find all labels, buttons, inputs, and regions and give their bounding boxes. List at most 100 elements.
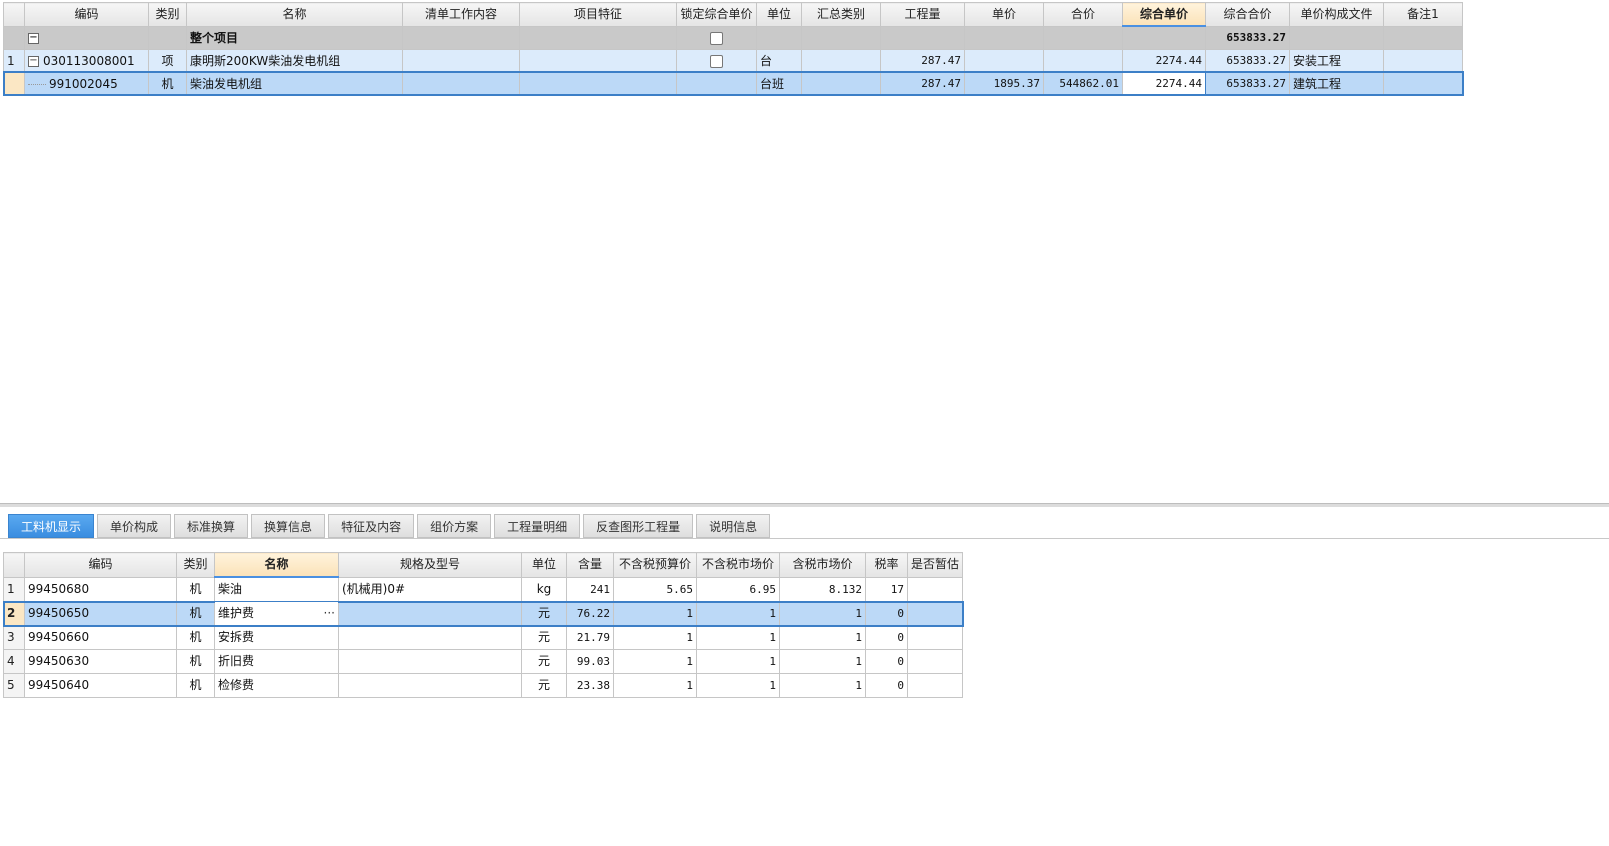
composite-price-cell[interactable] <box>1122 25 1206 50</box>
market-price-tax-cell[interactable]: 1 <box>779 649 866 674</box>
total-price-cell[interactable] <box>1043 25 1123 50</box>
tab-features-content[interactable]: 特征及内容 <box>328 514 415 538</box>
resource-row[interactable]: 5 99450640 机 检修费 元 23.38 1 1 1 0 <box>3 673 964 698</box>
tax-rate-cell[interactable]: 17 <box>865 576 908 602</box>
quantity-cell[interactable]: 287.47 <box>880 71 965 96</box>
content-cell[interactable]: 23.38 <box>566 673 614 698</box>
composite-total-cell[interactable]: 653833.27 <box>1205 48 1290 73</box>
collapse-icon[interactable]: − <box>28 32 39 44</box>
code-cell[interactable]: 99450630 <box>24 649 177 674</box>
header-composite-price[interactable]: 综合单价 <box>1122 2 1206 27</box>
quota-sub-row[interactable]: 991002045 机 柴油发电机组 台班 287.47 1895.37 544… <box>2 71 1464 96</box>
tab-graphic-quantity[interactable]: 反查图形工程量 <box>583 514 694 538</box>
bill-item-row[interactable]: 1 −030113008001 项 康明斯200KW柴油发电机组 台 287.4… <box>3 48 1463 73</box>
budget-price-cell[interactable]: 1 <box>613 649 697 674</box>
code-cell[interactable]: 991002045 <box>24 71 149 96</box>
header-summary-type[interactable]: 汇总类别 <box>801 2 881 27</box>
project-total-row[interactable]: − 整个项目 653833.27 <box>3 25 1463 50</box>
header-remark1[interactable]: 备注1 <box>1383 2 1463 27</box>
features-cell[interactable] <box>519 71 677 96</box>
bill-items-grid[interactable]: 编码 类别 名称 清单工作内容 项目特征 锁定综合单价 单位 汇总类别 工程量 … <box>2 2 1464 96</box>
unit-cell[interactable]: kg <box>521 576 567 602</box>
resource-row[interactable]: 4 99450630 机 折旧费 元 99.03 1 1 1 0 <box>3 649 964 674</box>
spec-cell[interactable] <box>338 673 522 698</box>
features-cell[interactable] <box>519 25 677 50</box>
tax-rate-cell[interactable]: 0 <box>865 649 908 674</box>
collapse-icon[interactable]: − <box>28 55 39 67</box>
work-content-cell[interactable] <box>402 25 520 50</box>
unit-cell[interactable] <box>756 25 802 50</box>
header-code[interactable]: 编码 <box>24 552 177 578</box>
header-estimated[interactable]: 是否暂估 <box>906 552 964 578</box>
tax-rate-cell[interactable]: 0 <box>865 673 908 698</box>
budget-price-cell[interactable]: 1 <box>613 625 697 650</box>
tab-description[interactable]: 说明信息 <box>696 514 771 538</box>
composite-total-cell[interactable]: 653833.27 <box>1205 71 1290 96</box>
header-composite-total[interactable]: 综合合价 <box>1205 2 1290 27</box>
resource-grid[interactable]: 编码 类别 名称 规格及型号 单位 含量 不含税预算价 不含税市场价 含税市场价… <box>2 552 964 698</box>
tax-rate-cell[interactable]: 0 <box>865 625 908 650</box>
header-item-features[interactable]: 项目特征 <box>519 2 677 27</box>
features-cell[interactable] <box>519 48 677 73</box>
name-cell[interactable]: 柴油发电机组 <box>186 71 403 96</box>
code-cell[interactable]: 99450650 <box>24 601 177 626</box>
budget-price-cell[interactable]: 1 <box>613 601 697 626</box>
header-market-price-tax[interactable]: 含税市场价 <box>779 552 866 578</box>
name-cell[interactable]: 整个项目 <box>186 25 403 50</box>
resource-row[interactable]: 1 99450680 机 柴油 (机械用)0# kg 241 5.65 6.95… <box>3 576 964 602</box>
unit-price-cell[interactable]: 1895.37 <box>964 71 1044 96</box>
unit-price-cell[interactable] <box>964 48 1044 73</box>
type-cell[interactable]: 机 <box>176 576 215 602</box>
spec-cell[interactable]: (机械用)0# <box>338 576 522 602</box>
market-price-tax-cell[interactable]: 1 <box>779 673 866 698</box>
name-edit-cell[interactable]: 维护费 ··· <box>214 601 339 626</box>
code-cell[interactable]: 99450680 <box>24 576 177 602</box>
code-cell[interactable]: −030113008001 <box>24 48 149 73</box>
header-name[interactable]: 名称 <box>186 2 403 27</box>
lock-price-checkbox[interactable] <box>710 31 723 45</box>
content-cell[interactable]: 76.22 <box>566 601 614 626</box>
estimated-cell[interactable] <box>906 601 964 626</box>
estimated-cell[interactable] <box>906 625 964 650</box>
header-content[interactable]: 含量 <box>566 552 614 578</box>
spec-cell[interactable] <box>338 601 522 626</box>
pane-splitter[interactable] <box>0 503 1609 507</box>
estimated-cell[interactable] <box>906 576 964 602</box>
header-price-file[interactable]: 单价构成文件 <box>1289 2 1384 27</box>
remark-cell[interactable] <box>1383 25 1463 50</box>
type-cell[interactable]: 项 <box>148 48 187 73</box>
header-lock-price[interactable]: 锁定综合单价 <box>676 2 757 27</box>
composite-total-cell[interactable]: 653833.27 <box>1205 25 1290 50</box>
type-cell[interactable]: 机 <box>176 601 215 626</box>
content-cell[interactable]: 99.03 <box>566 649 614 674</box>
type-cell[interactable] <box>148 25 187 50</box>
market-price-cell[interactable]: 6.95 <box>696 576 780 602</box>
spec-cell[interactable] <box>338 625 522 650</box>
content-cell[interactable]: 241 <box>566 576 614 602</box>
header-unit-price[interactable]: 单价 <box>964 2 1044 27</box>
budget-price-cell[interactable]: 5.65 <box>613 576 697 602</box>
unit-cell[interactable]: 元 <box>521 649 567 674</box>
code-cell[interactable]: − <box>24 25 149 50</box>
code-cell[interactable]: 99450660 <box>24 625 177 650</box>
code-cell[interactable]: 99450640 <box>24 673 177 698</box>
unit-cell[interactable]: 台班 <box>756 71 802 96</box>
type-cell[interactable]: 机 <box>176 673 215 698</box>
lock-price-checkbox[interactable] <box>710 54 723 68</box>
unit-price-cell[interactable] <box>964 25 1044 50</box>
tab-pricing-scheme[interactable]: 组价方案 <box>417 514 492 538</box>
total-price-cell[interactable] <box>1043 48 1123 73</box>
lock-cell[interactable] <box>676 25 757 50</box>
type-cell[interactable]: 机 <box>148 71 187 96</box>
header-budget-price[interactable]: 不含税预算价 <box>613 552 697 578</box>
composite-price-edit-cell[interactable]: 2274.44 <box>1122 71 1206 96</box>
market-price-cell[interactable]: 1 <box>696 673 780 698</box>
summary-cell[interactable] <box>801 25 881 50</box>
header-name[interactable]: 名称 <box>214 552 339 578</box>
name-cell[interactable]: 柴油 <box>214 576 339 602</box>
header-market-price[interactable]: 不含税市场价 <box>696 552 780 578</box>
price-file-cell[interactable]: 安装工程 <box>1289 48 1384 73</box>
market-price-tax-cell[interactable]: 1 <box>779 625 866 650</box>
header-type[interactable]: 类别 <box>148 2 187 27</box>
composite-price-cell[interactable]: 2274.44 <box>1122 48 1206 73</box>
